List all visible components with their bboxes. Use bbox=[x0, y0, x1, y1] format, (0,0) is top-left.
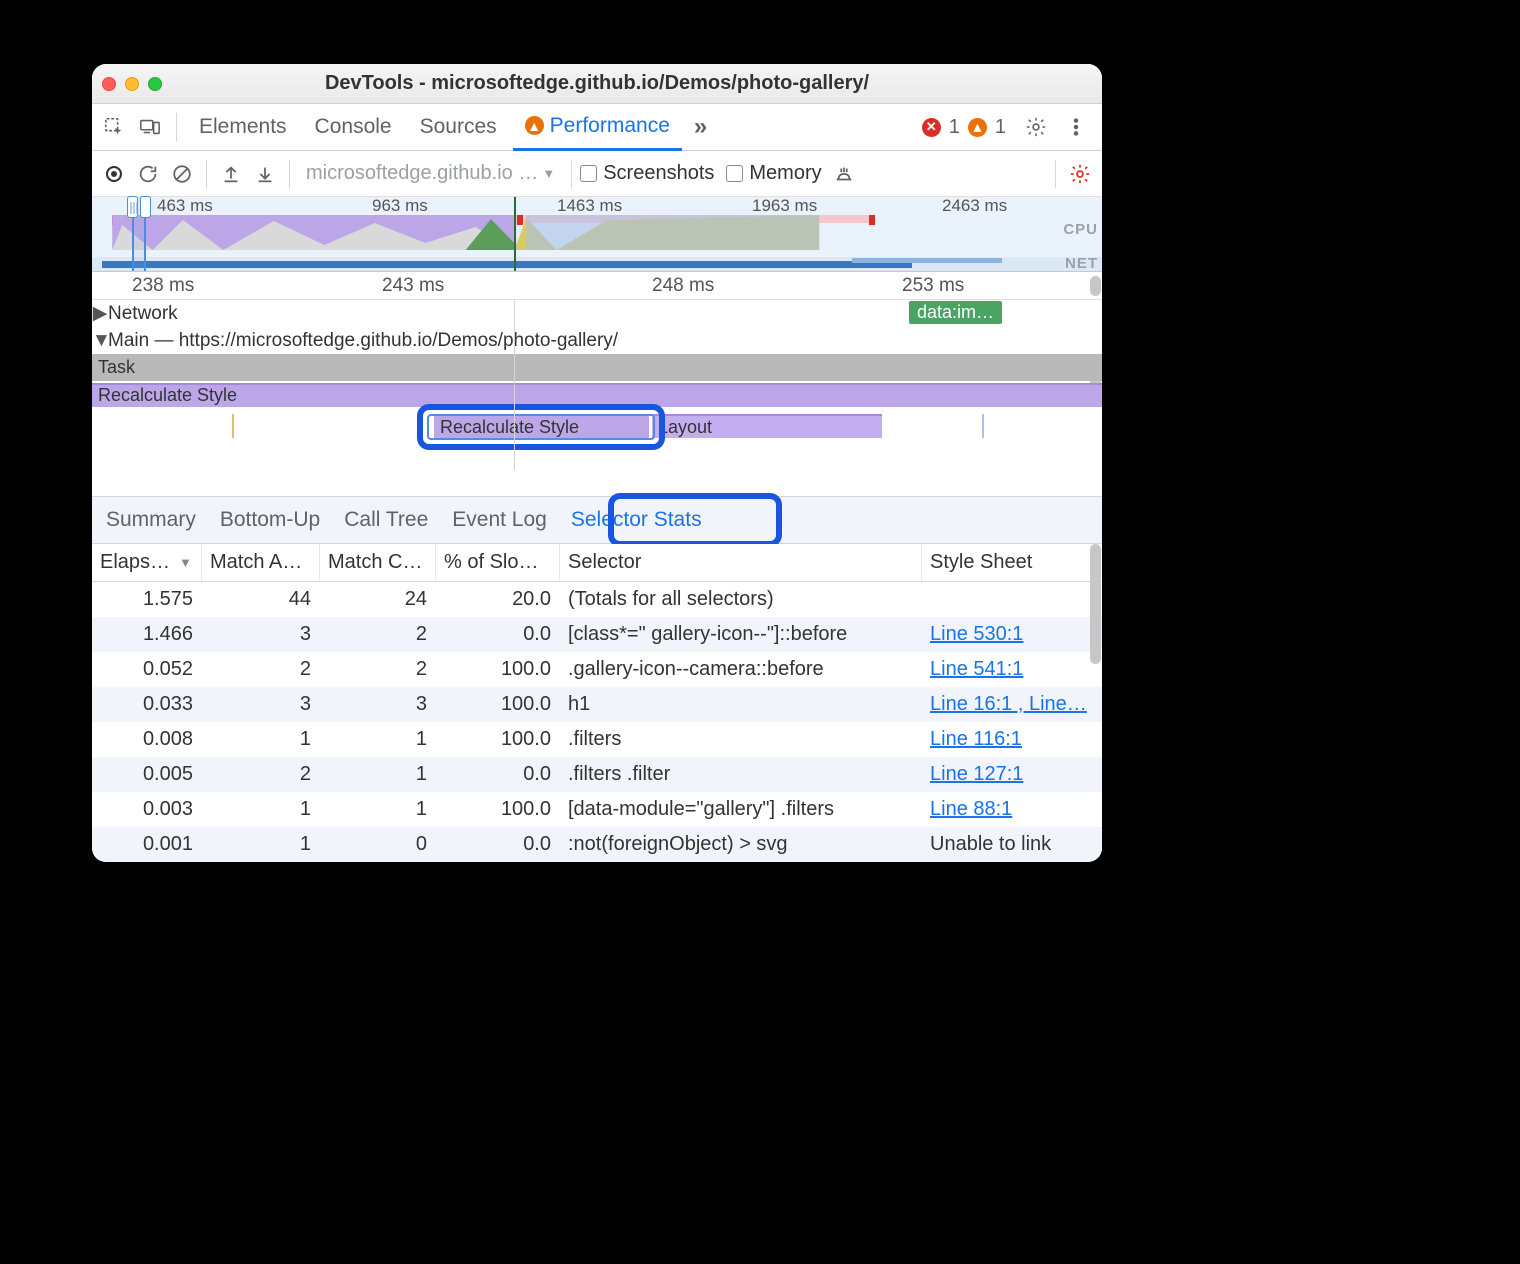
clear-button[interactable] bbox=[166, 158, 198, 190]
separator bbox=[206, 160, 207, 188]
ov-tick: 1963 ms bbox=[752, 196, 817, 216]
network-entry[interactable]: data:im… bbox=[909, 301, 1002, 324]
table-row[interactable]: 0.05222100.0.gallery-icon--camera::befor… bbox=[92, 652, 1102, 687]
screenshots-checkbox[interactable]: Screenshots bbox=[580, 162, 714, 185]
recording-select[interactable]: microsoftedge.github.io …▼ bbox=[298, 162, 563, 185]
error-icon: ✕ bbox=[922, 118, 941, 137]
titlebar: DevTools - microsoftedge.github.io/Demos… bbox=[92, 64, 1102, 104]
perf-toolbar: microsoftedge.github.io …▼ Screenshots M… bbox=[92, 151, 1102, 197]
stylesheet-link[interactable]: Line 127:1 bbox=[930, 763, 1023, 786]
capture-settings-icon[interactable] bbox=[1064, 158, 1096, 190]
tab-selector-stats[interactable]: Selector Stats bbox=[571, 508, 702, 532]
download-icon[interactable] bbox=[249, 158, 281, 190]
network-track-header[interactable]: ▶ Network data:im… bbox=[92, 300, 1102, 327]
ov-tick: 1463 ms bbox=[557, 196, 622, 216]
panel-tabs: Elements Console Sources ▲ Performance »… bbox=[92, 104, 1102, 151]
flame-recalc-style[interactable]: Recalculate Style bbox=[92, 383, 1102, 407]
reload-record-button[interactable] bbox=[132, 158, 164, 190]
ov-tick: 2463 ms bbox=[942, 196, 1007, 216]
flame-task[interactable]: Task bbox=[92, 356, 1102, 380]
flame-layout[interactable]: Layout bbox=[652, 414, 882, 438]
selector-stats-table: Elaps… Match A… Match C… % of Slo… Selec… bbox=[92, 544, 1102, 862]
col-elapsed[interactable]: Elaps… bbox=[92, 544, 202, 581]
stylesheet-link[interactable]: Line 530:1 bbox=[930, 623, 1023, 646]
cpu-label: CPU bbox=[1063, 221, 1098, 238]
table-row[interactable]: 1.466320.0[class*=" gallery-icon--"]::be… bbox=[92, 617, 1102, 652]
table-row[interactable]: 0.005210.0.filters .filterLine 127:1 bbox=[92, 757, 1102, 792]
inspect-icon[interactable] bbox=[98, 111, 130, 143]
flame-recalc-style-selected[interactable]: Recalculate Style bbox=[434, 414, 649, 438]
gear-icon[interactable] bbox=[1020, 111, 1052, 143]
device-toggle-icon[interactable] bbox=[134, 111, 166, 143]
tab-bottom-up[interactable]: Bottom-Up bbox=[220, 508, 320, 532]
stylesheet-link[interactable]: Line 116:1 bbox=[930, 728, 1022, 751]
overview-viewport[interactable] bbox=[132, 197, 146, 271]
col-match-count[interactable]: Match C… bbox=[320, 544, 436, 581]
warning-icon: ▲ bbox=[968, 118, 987, 137]
col-match-attempts[interactable]: Match A… bbox=[202, 544, 320, 581]
net-band bbox=[92, 257, 1102, 271]
tab-summary[interactable]: Summary bbox=[106, 508, 196, 532]
col-pct-slow[interactable]: % of Slo… bbox=[436, 544, 560, 581]
kebab-icon[interactable] bbox=[1060, 111, 1092, 143]
devtools-window: DevTools - microsoftedge.github.io/Demos… bbox=[92, 64, 1102, 862]
tab-call-tree[interactable]: Call Tree bbox=[344, 508, 428, 532]
tab-event-log[interactable]: Event Log bbox=[452, 508, 547, 532]
separator bbox=[176, 113, 177, 141]
timeline-overview[interactable]: 463 ms 963 ms 1463 ms 1963 ms 2463 ms CP… bbox=[92, 197, 1102, 272]
more-tabs-button[interactable]: » bbox=[686, 113, 715, 141]
error-count: 1 bbox=[949, 116, 960, 139]
flamechart[interactable]: ▶ Network data:im… ▼ Main — https://micr… bbox=[92, 300, 1102, 470]
stylesheet-link[interactable]: Line 16:1 , Line… bbox=[930, 693, 1087, 716]
table-row[interactable]: 0.00811100.0.filtersLine 116:1 bbox=[92, 722, 1102, 757]
stylesheet-link[interactable]: Line 541:1 bbox=[930, 658, 1023, 681]
main-track-header[interactable]: ▼ Main — https://microsoftedge.github.io… bbox=[92, 327, 1102, 354]
warning-icon: ▲ bbox=[525, 116, 544, 135]
separator bbox=[571, 160, 572, 188]
ov-tick: 463 ms bbox=[157, 196, 213, 216]
timeline-ruler: 238 ms 243 ms 248 ms 253 ms bbox=[92, 272, 1102, 300]
warning-count: 1 bbox=[995, 116, 1006, 139]
scrollbar[interactable] bbox=[1090, 276, 1101, 296]
disclosure-icon[interactable]: ▼ bbox=[92, 330, 108, 352]
tab-elements[interactable]: Elements bbox=[187, 104, 299, 151]
table-row[interactable]: 1.575442420.0(Totals for all selectors) bbox=[92, 582, 1102, 617]
separator bbox=[1055, 160, 1056, 188]
upload-icon[interactable] bbox=[215, 158, 247, 190]
stylesheet-link[interactable]: Line 88:1 bbox=[930, 798, 1012, 821]
separator bbox=[289, 160, 290, 188]
tab-performance[interactable]: ▲ Performance bbox=[513, 104, 682, 151]
ov-tick: 963 ms bbox=[372, 196, 428, 216]
record-button[interactable] bbox=[98, 158, 130, 190]
cpu-band bbox=[92, 215, 1102, 250]
garbage-collect-icon[interactable] bbox=[828, 158, 860, 190]
memory-checkbox[interactable]: Memory bbox=[726, 162, 821, 185]
net-label: NET bbox=[1065, 255, 1098, 272]
tab-console[interactable]: Console bbox=[303, 104, 404, 151]
col-selector[interactable]: Selector bbox=[560, 544, 922, 581]
disclosure-icon[interactable]: ▶ bbox=[92, 302, 108, 325]
table-row[interactable]: 0.03333100.0h1Line 16:1 , Line… bbox=[92, 687, 1102, 722]
detail-tabs: Summary Bottom-Up Call Tree Event Log Se… bbox=[92, 496, 1102, 544]
col-stylesheet[interactable]: Style Sheet bbox=[922, 544, 1102, 581]
scrollbar[interactable] bbox=[1090, 544, 1101, 664]
table-row[interactable]: 0.001100.0:not(foreignObject) > svgUnabl… bbox=[92, 827, 1102, 862]
window-title: DevTools - microsoftedge.github.io/Demos… bbox=[92, 72, 1102, 95]
table-row[interactable]: 0.00311100.0[data-module="gallery"] .fil… bbox=[92, 792, 1102, 827]
table-header: Elaps… Match A… Match C… % of Slo… Selec… bbox=[92, 544, 1102, 582]
tab-sources[interactable]: Sources bbox=[408, 104, 509, 151]
